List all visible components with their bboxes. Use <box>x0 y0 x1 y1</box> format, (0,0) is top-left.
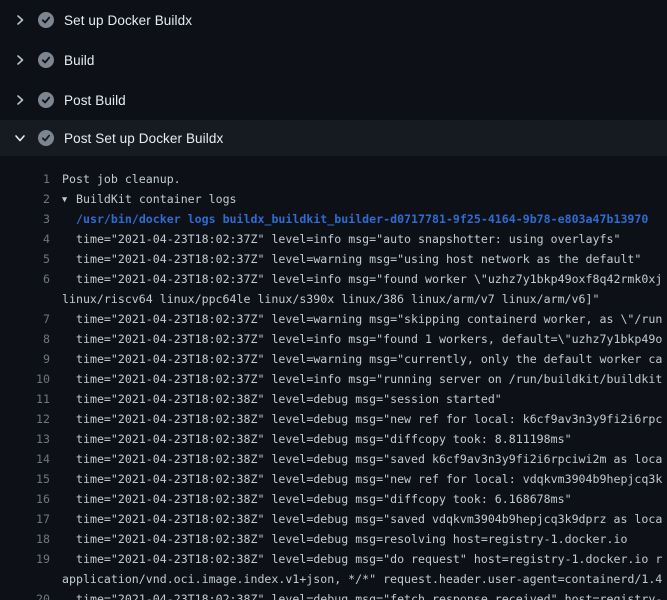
line-number[interactable]: 6 <box>0 269 50 289</box>
chevron-right-icon <box>14 54 26 66</box>
log-text: time="2021-04-23T18:02:37Z" level=info m… <box>76 229 620 249</box>
step-title: Post Build <box>64 93 126 108</box>
line-number[interactable]: 14 <box>0 449 50 469</box>
step-section-setup-docker-buildx[interactable]: Set up Docker Buildx <box>0 0 667 40</box>
line-number[interactable]: 20 <box>0 589 50 600</box>
log-text: time="2021-04-23T18:02:37Z" level=warnin… <box>76 349 662 369</box>
log-line-wrap: linux/riscv64 linux/ppc64le linux/s390x … <box>0 289 667 309</box>
log-text: time="2021-04-23T18:02:37Z" level=info m… <box>76 369 662 389</box>
log-line[interactable]: 2 ▼BuildKit container logs <box>0 189 667 209</box>
line-number[interactable]: 12 <box>0 409 50 429</box>
line-number[interactable]: 1 <box>0 169 50 189</box>
log-line: 7 time="2021-04-23T18:02:37Z" level=warni… <box>0 309 667 329</box>
log-text: time="2021-04-23T18:02:37Z" level=info m… <box>76 329 662 349</box>
log-text: Post job cleanup. <box>62 169 181 189</box>
chevron-right-icon <box>14 14 26 26</box>
log-text: time="2021-04-23T18:02:38Z" level=debug … <box>76 589 662 600</box>
log-line: 10 time="2021-04-23T18:02:37Z" level=info… <box>0 369 667 389</box>
log-text: ▼BuildKit container logs <box>62 189 237 209</box>
log-line: 17 time="2021-04-23T18:02:38Z" level=debu… <box>0 509 667 529</box>
line-number[interactable]: 5 <box>0 249 50 269</box>
line-number[interactable]: 15 <box>0 469 50 489</box>
log-line: 3/usr/bin/docker logs buildx_buildkit_bu… <box>0 209 667 229</box>
line-number[interactable]: 10 <box>0 369 50 389</box>
line-number <box>0 289 50 309</box>
line-number[interactable]: 13 <box>0 429 50 449</box>
check-circle-icon <box>38 92 54 108</box>
log-line: 5 time="2021-04-23T18:02:37Z" level=warni… <box>0 249 667 269</box>
line-number <box>0 569 50 589</box>
log-line: 14 time="2021-04-23T18:02:38Z" level=debu… <box>0 449 667 469</box>
log-line: 19 time="2021-04-23T18:02:38Z" level=debu… <box>0 549 667 569</box>
log-text: time="2021-04-23T18:02:38Z" level=debug … <box>76 549 662 569</box>
log-text: time="2021-04-23T18:02:37Z" level=warnin… <box>76 309 662 329</box>
log-group-label: BuildKit container logs <box>76 192 237 206</box>
chevron-down-icon <box>14 132 26 144</box>
log-line: 16 time="2021-04-23T18:02:38Z" level=debu… <box>0 489 667 509</box>
log-text: time="2021-04-23T18:02:38Z" level=debug … <box>76 389 502 409</box>
log-text: time="2021-04-23T18:02:38Z" level=debug … <box>76 469 662 489</box>
step-title: Post Set up Docker Buildx <box>64 131 223 146</box>
step-section-post-build[interactable]: Post Build <box>0 80 667 120</box>
step-title: Set up Docker Buildx <box>64 13 192 28</box>
log-line: 18 time="2021-04-23T18:02:38Z" level=debu… <box>0 529 667 549</box>
workflow-log-viewer: Set up Docker Buildx Build Post Build Po… <box>0 0 667 600</box>
log-text: time="2021-04-23T18:02:37Z" level=warnin… <box>76 249 641 269</box>
line-number[interactable]: 16 <box>0 489 50 509</box>
log-text: time="2021-04-23T18:02:38Z" level=debug … <box>76 449 662 469</box>
line-number[interactable]: 4 <box>0 229 50 249</box>
log-line: 15 time="2021-04-23T18:02:38Z" level=debu… <box>0 469 667 489</box>
chevron-right-icon <box>14 94 26 106</box>
check-circle-icon <box>38 12 54 28</box>
log-line: 13 time="2021-04-23T18:02:38Z" level=debu… <box>0 429 667 449</box>
log-command-text: /usr/bin/docker logs buildx_buildkit_bui… <box>76 209 648 229</box>
line-number[interactable]: 18 <box>0 529 50 549</box>
check-circle-icon <box>38 130 54 146</box>
line-number[interactable]: 2 <box>0 189 50 209</box>
log-lines: 1 Post job cleanup. 2 ▼BuildKit container l… <box>0 160 667 600</box>
step-section-build[interactable]: Build <box>0 40 667 80</box>
log-text: linux/riscv64 linux/ppc64le linux/s390x … <box>62 289 599 309</box>
log-text: time="2021-04-23T18:02:38Z" level=debug … <box>76 409 662 429</box>
log-text: time="2021-04-23T18:02:38Z" level=debug … <box>76 489 572 509</box>
log-line-wrap: application/vnd.oci.image.index.v1+json,… <box>0 569 667 589</box>
line-number[interactable]: 11 <box>0 389 50 409</box>
log-text: time="2021-04-23T18:02:38Z" level=debug … <box>76 429 572 449</box>
log-line: 12 time="2021-04-23T18:02:38Z" level=debu… <box>0 409 667 429</box>
log-text: time="2021-04-23T18:02:38Z" level=debug … <box>76 509 662 529</box>
log-text: time="2021-04-23T18:02:37Z" level=info m… <box>76 269 662 289</box>
line-number[interactable]: 17 <box>0 509 50 529</box>
line-number[interactable]: 8 <box>0 329 50 349</box>
log-line: 9 time="2021-04-23T18:02:37Z" level=warni… <box>0 349 667 369</box>
line-number[interactable]: 9 <box>0 349 50 369</box>
line-number[interactable]: 19 <box>0 549 50 569</box>
step-title: Build <box>64 53 95 68</box>
check-circle-icon <box>38 52 54 68</box>
log-group-toggle-icon[interactable]: ▼ <box>62 190 76 210</box>
line-number[interactable]: 7 <box>0 309 50 329</box>
log-text: application/vnd.oci.image.index.v1+json,… <box>62 569 662 589</box>
step-section-post-setup-docker-buildx[interactable]: Post Set up Docker Buildx <box>0 120 667 156</box>
log-text: time="2021-04-23T18:02:38Z" level=debug … <box>76 529 627 549</box>
log-line: 20 time="2021-04-23T18:02:38Z" level=debu… <box>0 589 667 600</box>
log-line: 4 time="2021-04-23T18:02:37Z" level=info … <box>0 229 667 249</box>
log-line: 8 time="2021-04-23T18:02:37Z" level=info … <box>0 329 667 349</box>
log-line: 11 time="2021-04-23T18:02:38Z" level=debu… <box>0 389 667 409</box>
log-line: 6 time="2021-04-23T18:02:37Z" level=info … <box>0 269 667 289</box>
line-number[interactable]: 3 <box>0 209 50 229</box>
log-line: 1 Post job cleanup. <box>0 169 667 189</box>
